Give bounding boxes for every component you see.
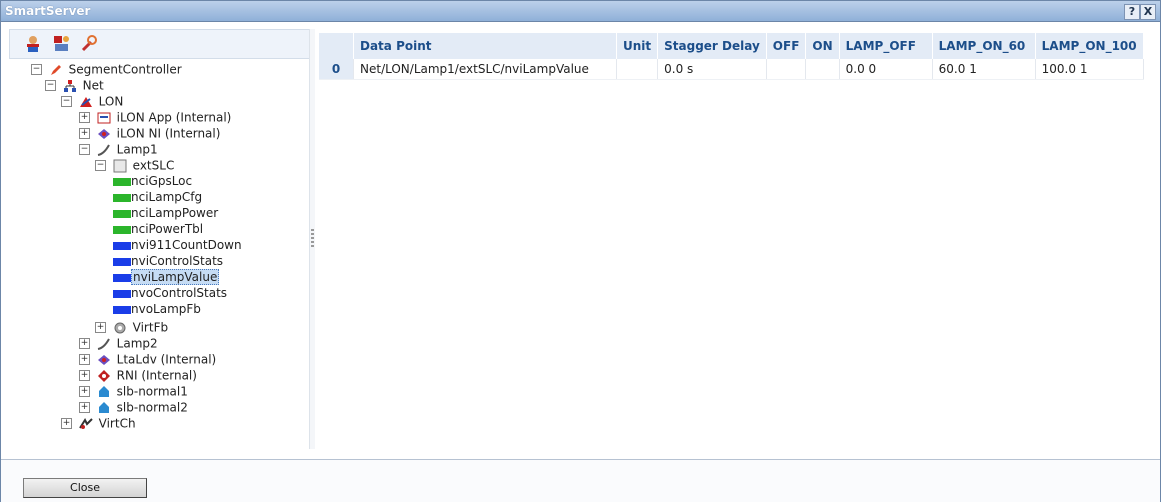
col-index[interactable]	[319, 33, 354, 59]
datapoint-nci-lamp-cfg[interactable]: nciLampCfg	[113, 189, 202, 205]
datapoint-nci-lamp-power[interactable]: nciLampPower	[113, 205, 218, 221]
help-button[interactable]: ?	[1124, 4, 1140, 20]
col-unit[interactable]: Unit	[616, 33, 659, 59]
expand-toggle[interactable]: +	[95, 322, 106, 333]
tree-node-virtfb[interactable]: + VirtFb	[95, 319, 168, 335]
datapoint-nvi-lamp-value[interactable]: nviLampValue	[113, 269, 220, 285]
datapoint-nci-gps-loc[interactable]: nciGpsLoc	[113, 173, 192, 189]
datapoint-table: Data Point Unit Stagger Delay OFF ON LAM…	[319, 33, 1144, 80]
input-datapoint-icon	[113, 257, 131, 266]
input-datapoint-icon	[113, 273, 131, 282]
datapoint-nvo-lamp-fb[interactable]: nvoLampFb	[113, 301, 201, 317]
cell-data-point[interactable]: Net/LON/Lamp1/extSLC/nviLampValue	[353, 59, 617, 80]
tree-node-virtch[interactable]: + VirtCh	[61, 415, 136, 431]
tree-node-ilon-ni[interactable]: + iLON NI (Internal)	[79, 125, 220, 141]
tree-node-segment-controller[interactable]: − SegmentController	[31, 61, 182, 77]
collapse-toggle[interactable]: −	[31, 64, 42, 75]
datapoint-grid: Data Point Unit Stagger Delay OFF ON LAM…	[319, 33, 1151, 80]
expand-toggle[interactable]: +	[79, 370, 90, 381]
app-icon	[97, 111, 111, 125]
wrench-icon[interactable]	[80, 35, 98, 53]
lon-icon	[79, 95, 93, 109]
pane-splitter[interactable]	[309, 29, 315, 449]
table-row[interactable]: 0 Net/LON/Lamp1/extSLC/nviLampValue 0.0 …	[319, 59, 1144, 80]
datapoint-nci-power-tbl[interactable]: nciPowerTbl	[113, 221, 203, 237]
cell-on[interactable]	[805, 59, 840, 80]
tree-node-slb-normal2[interactable]: + slb-normal2	[79, 399, 188, 415]
config-datapoint-icon	[113, 193, 131, 202]
collapse-toggle[interactable]: −	[45, 80, 56, 91]
output-datapoint-icon	[113, 289, 131, 298]
collapse-toggle[interactable]: −	[79, 144, 90, 155]
collapse-toggle[interactable]: −	[95, 160, 106, 171]
tree-node-extslc[interactable]: − extSLC	[95, 157, 174, 173]
expand-toggle[interactable]: +	[79, 402, 90, 413]
cell-lamp-on-60[interactable]: 60.0 1	[932, 59, 1036, 80]
expand-toggle[interactable]: +	[79, 112, 90, 123]
col-lamp-on-100[interactable]: LAMP_ON_100	[1035, 33, 1144, 59]
channel-icon	[78, 417, 93, 431]
dialog-footer: Close	[1, 459, 1160, 502]
expand-toggle[interactable]: +	[79, 354, 90, 365]
device-icon	[97, 385, 111, 399]
splitter-grip[interactable]	[311, 229, 314, 247]
ni-icon	[97, 127, 111, 141]
col-on[interactable]: ON	[805, 33, 840, 59]
expand-toggle[interactable]: +	[79, 338, 90, 349]
col-off[interactable]: OFF	[766, 33, 807, 59]
datapoint-nvi-control-stats[interactable]: nviControlStats	[113, 253, 223, 269]
config-datapoint-icon	[113, 225, 131, 234]
col-lamp-off[interactable]: LAMP_OFF	[839, 33, 933, 59]
config-datapoint-icon	[113, 177, 131, 186]
tree-node-slb-normal1[interactable]: + slb-normal1	[79, 383, 188, 399]
col-lamp-on-60[interactable]: LAMP_ON_60	[932, 33, 1036, 59]
lamp-icon	[97, 143, 111, 157]
cell-lamp-off[interactable]: 0.0 0	[839, 59, 933, 80]
input-datapoint-icon	[113, 241, 131, 250]
gear-icon	[113, 321, 127, 335]
rni-icon	[97, 369, 111, 383]
cell-index: 0	[319, 59, 354, 80]
cell-off[interactable]	[766, 59, 807, 80]
expand-toggle[interactable]: +	[79, 386, 90, 397]
ni-icon	[97, 353, 111, 367]
header-row: Data Point Unit Stagger Delay OFF ON LAM…	[319, 33, 1144, 59]
cell-unit[interactable]	[616, 59, 659, 80]
tree-node-net[interactable]: − Net	[45, 77, 104, 93]
tree-node-lamp1[interactable]: − Lamp1	[79, 141, 158, 157]
cell-stagger-delay[interactable]: 0.0 s	[657, 59, 767, 80]
col-data-point[interactable]: Data Point	[353, 33, 617, 59]
tree-toolbar	[9, 29, 311, 59]
tree-node-rni[interactable]: + RNI (Internal)	[79, 367, 197, 383]
col-stagger-delay[interactable]: Stagger Delay	[657, 33, 767, 59]
config-datapoint-icon	[113, 209, 131, 218]
close-button[interactable]: Close	[23, 478, 147, 498]
expand-toggle[interactable]: +	[61, 418, 72, 429]
tree-node-ltaldv[interactable]: + LtaLdv (Internal)	[79, 351, 216, 367]
tree-node-lamp2[interactable]: + Lamp2	[79, 335, 158, 351]
datapoint-nvi-911-countdown[interactable]: nvi911CountDown	[113, 237, 242, 253]
cell-lamp-on-100[interactable]: 100.0 1	[1035, 59, 1144, 80]
lamp-icon	[97, 337, 111, 351]
datapoint-nvo-control-stats[interactable]: nvoControlStats	[113, 285, 227, 301]
network-icon[interactable]	[52, 35, 70, 53]
collapse-toggle[interactable]: −	[61, 96, 72, 107]
tree-node-lon[interactable]: − LON	[61, 93, 123, 109]
pencil-icon	[49, 63, 63, 77]
smartserver-window: SmartServer ? X − SegmentController − Ne…	[0, 0, 1161, 502]
tree-pane: − SegmentController − Net − LON + iLON A…	[9, 29, 311, 449]
network-icon	[63, 79, 77, 93]
output-datapoint-icon	[113, 305, 131, 314]
expand-toggle[interactable]: +	[79, 128, 90, 139]
device-icon	[97, 401, 111, 415]
window-title: SmartServer	[5, 4, 91, 18]
user-icon[interactable]	[24, 35, 42, 53]
close-window-button[interactable]: X	[1140, 4, 1156, 20]
tree-node-ilon-app[interactable]: + iLON App (Internal)	[79, 109, 231, 125]
title-bar: SmartServer ? X	[1, 1, 1160, 22]
functional-block-icon	[113, 159, 127, 173]
